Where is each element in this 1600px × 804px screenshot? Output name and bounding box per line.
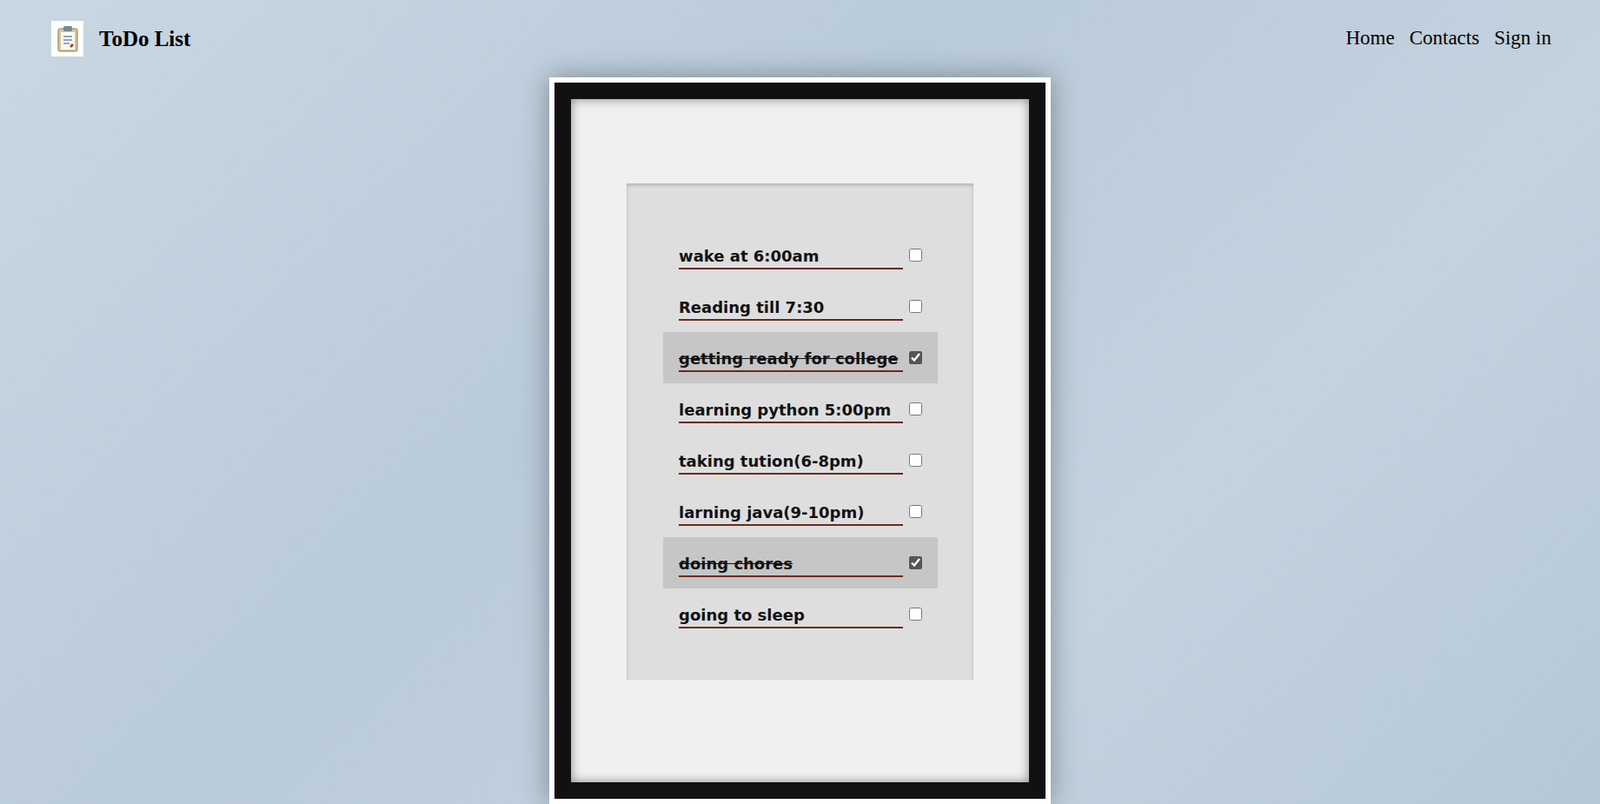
brand-title: ToDo List	[99, 22, 191, 56]
todo-row[interactable]: Reading till 7:30	[663, 280, 938, 332]
todo-text: going to sleep	[678, 599, 903, 629]
todo-checkbox[interactable]	[909, 607, 923, 621]
todo-row[interactable]: taking tution(6-8pm)	[663, 434, 938, 486]
top-bar: ToDo List Home Contacts Sign in	[0, 0, 1600, 78]
clipboard-icon	[51, 20, 84, 57]
todo-text: larning java(9-10pm)	[678, 497, 903, 526]
nav-link[interactable]: Contacts	[1409, 23, 1481, 54]
main-nav: Home Contacts Sign in	[1345, 23, 1552, 54]
todo-checkbox[interactable]	[909, 402, 923, 416]
todo-checkbox[interactable]	[909, 453, 923, 467]
todo-row[interactable]: getting ready for college	[663, 331, 938, 384]
todo-row[interactable]: larning java(9-10pm)	[663, 485, 938, 538]
frame-area: wake at 6:00am Reading till 7:30 getting r…	[0, 77, 1600, 804]
todo-text: getting ready for college	[678, 343, 903, 372]
todo-list: wake at 6:00am Reading till 7:30 getting r…	[626, 183, 974, 680]
todo-text: learning python 5:00pm	[678, 394, 903, 424]
picture-frame: wake at 6:00am Reading till 7:30 getting r…	[549, 77, 1051, 804]
todo-checkbox[interactable]	[909, 556, 923, 570]
todo-row[interactable]: learning python 5:00pm	[663, 383, 938, 435]
todo-checkbox[interactable]	[909, 299, 923, 313]
todo-text: wake at 6:00am	[678, 240, 903, 270]
todo-checkbox[interactable]	[909, 504, 923, 518]
todo-row[interactable]: wake at 6:00am	[663, 229, 938, 281]
todo-text: doing chores	[678, 548, 903, 578]
todo-row[interactable]: going to sleep	[663, 588, 938, 640]
todo-text: taking tution(6-8pm)	[678, 445, 903, 475]
nav-link[interactable]: Sign in	[1493, 23, 1552, 54]
brand[interactable]: ToDo List	[51, 20, 191, 57]
todo-text: Reading till 7:30	[678, 292, 903, 321]
todo-row[interactable]: doing chores	[663, 537, 938, 589]
nav-link[interactable]: Home	[1345, 23, 1395, 54]
todo-checkbox[interactable]	[909, 351, 923, 365]
todo-checkbox[interactable]	[909, 248, 923, 262]
